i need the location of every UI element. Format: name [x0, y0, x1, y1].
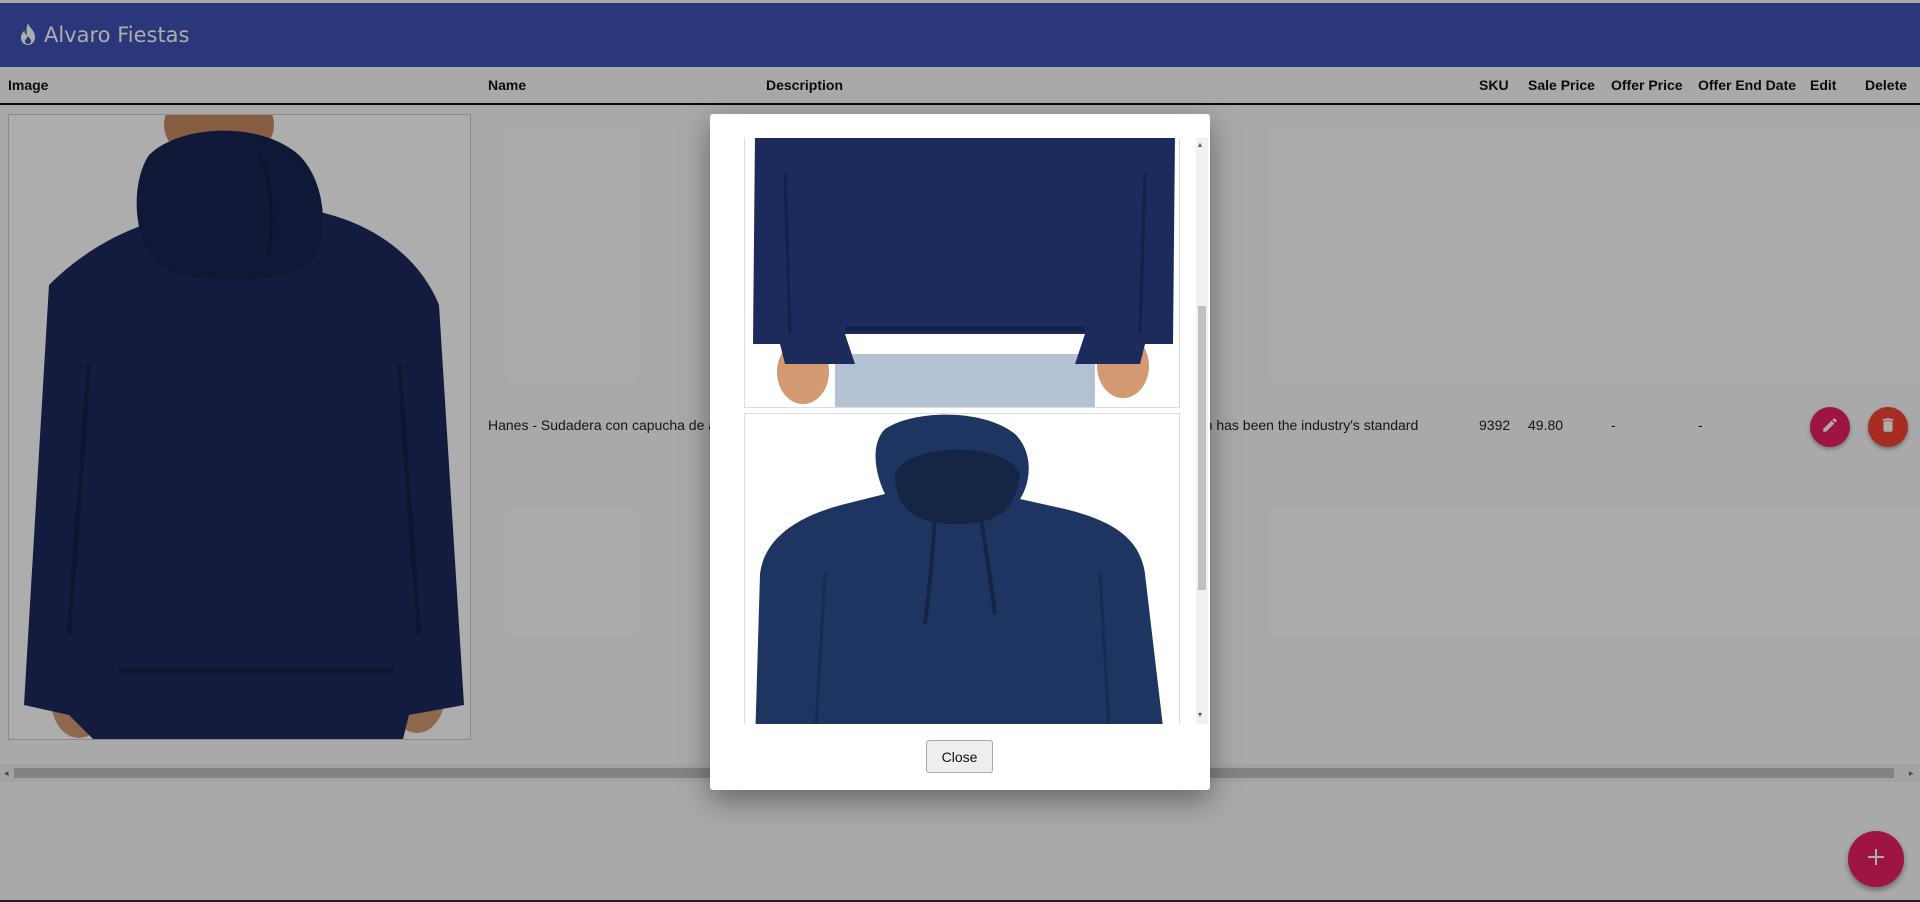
dialog-vertical-scrollbar[interactable]: ▴ ▾: [1196, 138, 1208, 724]
image-gallery-dialog: [710, 114, 1210, 790]
gallery-image: [744, 413, 1180, 724]
close-button[interactable]: Close: [926, 740, 993, 773]
page: Alvaro Fiestas Image Name Description SK…: [0, 0, 1920, 902]
scroll-up-icon[interactable]: ▴: [1198, 140, 1202, 149]
gallery-image: [744, 138, 1180, 408]
gallery-scroll-area[interactable]: [734, 138, 1188, 724]
scroll-down-icon[interactable]: ▾: [1198, 710, 1202, 719]
dialog-scrollbar-thumb[interactable]: [1198, 306, 1206, 590]
